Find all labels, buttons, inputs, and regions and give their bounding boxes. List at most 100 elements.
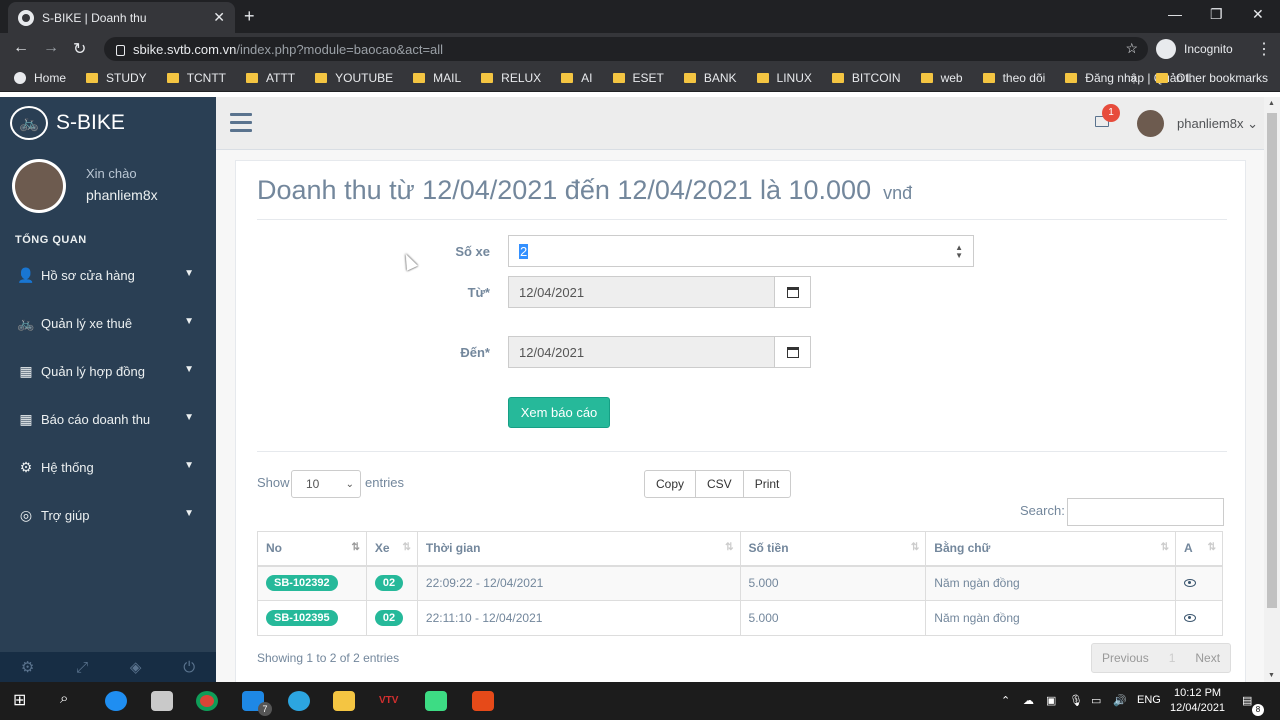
scroll-up-icon[interactable]: ▲ (1268, 100, 1275, 107)
bookmark-item[interactable]: BITCOIN (831, 71, 901, 85)
settings-icon[interactable]: ⚙ (21, 658, 34, 676)
bookmark-item[interactable]: TCNTT (166, 71, 226, 85)
bookmark-item[interactable]: AI (561, 71, 593, 85)
column-header[interactable]: Xe ⇅ (365, 531, 418, 567)
contract-id-badge[interactable]: SB-102395 (266, 610, 338, 626)
windows-start-icon[interactable]: ⊞ (13, 690, 35, 710)
sidebar-item-bike-rental[interactable]: 🚲 Quản lý xe thuê ▼ (0, 299, 216, 347)
search-icon[interactable]: ⌕ (60, 690, 82, 710)
column-header[interactable]: No ⇅ (257, 531, 367, 567)
sidebar-item-store-profile[interactable]: 👤 Hồ sơ cửa hàng ▼ (0, 251, 216, 299)
brand[interactable]: 🚲 S-BIKE (0, 97, 216, 149)
chevron-down-icon: ▼ (184, 460, 194, 471)
previous-button[interactable]: Previous (1092, 651, 1159, 665)
bookmark-item[interactable]: BANK (683, 71, 737, 85)
tu-calendar-button[interactable] (774, 276, 811, 308)
so-xe-input[interactable]: 2 ▲ ▼ (508, 235, 974, 267)
notification-center-icon[interactable]: ▤ (1242, 694, 1252, 707)
den-calendar-button[interactable] (774, 336, 811, 368)
close-window-icon[interactable]: ✕ (1252, 6, 1264, 23)
microphone-icon[interactable]: 🎙 (1069, 694, 1083, 707)
sidebar-item-system[interactable]: ⚙ Hệ thống ▼ (0, 443, 216, 491)
minimize-icon[interactable]: — (1168, 6, 1182, 22)
bookmark-item[interactable]: YOUTUBE (315, 71, 393, 85)
view-report-button[interactable]: Xem báo cáo (508, 397, 610, 428)
bike-number-badge: 02 (374, 575, 404, 592)
browser-menu-icon[interactable]: ⋮ (1256, 39, 1272, 59)
other-bookmarks[interactable]: Other bookmarks (1155, 71, 1268, 85)
column-header[interactable]: Số tiền ⇅ (739, 531, 927, 567)
back-icon[interactable]: ← (13, 39, 29, 57)
vtv-icon[interactable]: VTV (379, 695, 401, 715)
sidebar-item-revenue-report[interactable]: ▦ Báo cáo doanh thu ▼ (0, 395, 216, 443)
topnav-username: phanliem8x (1177, 116, 1244, 131)
bookmark-item[interactable]: STUDY (86, 71, 147, 85)
bookmark-item[interactable]: ESET (612, 71, 664, 85)
clock[interactable]: 10:12 PM 12/04/2021 (1170, 686, 1225, 716)
bookmark-item[interactable]: web (920, 71, 963, 85)
eye-icon[interactable] (1183, 614, 1196, 622)
incognito-indicator[interactable]: Incognito (1156, 38, 1233, 60)
edge-icon[interactable] (105, 691, 127, 711)
bookmark-item[interactable]: Home (14, 71, 66, 85)
forward-icon[interactable]: → (43, 39, 59, 57)
bookmark-item[interactable]: ATTT (246, 71, 295, 85)
camtasia-recorder-icon[interactable] (472, 691, 494, 711)
cloud-icon[interactable]: ☁ (1023, 694, 1034, 707)
page-size-select[interactable]: 10 ⌄ (291, 470, 361, 498)
paint-icon[interactable] (151, 691, 173, 711)
bookmark-label: BANK (703, 71, 737, 85)
volume-icon[interactable]: 🔊 (1113, 694, 1127, 707)
camtasia-icon[interactable] (425, 691, 447, 711)
contract-id-badge[interactable]: SB-102392 (266, 575, 338, 592)
bookmark-star-icon[interactable]: ☆ (1125, 40, 1138, 57)
sidebar-item-help[interactable]: ◎ Trợ giúp ▼ (0, 491, 216, 539)
eye-slash-icon[interactable]: ◈ (130, 658, 142, 676)
battery-icon[interactable]: ▭ (1091, 694, 1101, 707)
reload-icon[interactable]: ↻ (73, 39, 86, 59)
bookmark-item[interactable]: MAIL (413, 71, 461, 85)
print-button[interactable]: Print (742, 470, 792, 498)
bookmark-item[interactable]: theo dõi (982, 71, 1045, 85)
column-header[interactable]: Bằng chữ ⇅ (925, 531, 1176, 567)
bookmark-item[interactable]: LINUX (756, 71, 812, 85)
next-button[interactable]: Next (1185, 651, 1230, 665)
copy-button[interactable]: Copy (644, 470, 697, 498)
url-host: sbike.svtb.com.vn (133, 41, 237, 57)
address-bar[interactable]: sbike.svtb.com.vn/index.php?module=baoca… (104, 37, 1148, 61)
power-icon[interactable]: ⏻ (183, 659, 195, 676)
user-menu[interactable]: phanliem8x ⌄ (1177, 116, 1258, 132)
column-header[interactable]: A ⇅ (1174, 531, 1224, 567)
search-input[interactable] (1067, 498, 1224, 526)
scrollbar-thumb[interactable] (1267, 113, 1277, 608)
folder-icon (1155, 73, 1168, 83)
network-icon[interactable]: ▣ (1046, 694, 1056, 707)
close-tab-icon[interactable]: ✕ (213, 9, 225, 26)
tu-date-value: 12/04/2021 (519, 284, 585, 300)
scroll-down-icon[interactable]: ▼ (1268, 672, 1275, 679)
csv-button[interactable]: CSV (695, 470, 744, 498)
sidebar-item-contracts[interactable]: ▦ Quản lý hợp đồng ▼ (0, 347, 216, 395)
bookmark-item[interactable]: RELUX (481, 71, 541, 85)
chrome-icon[interactable] (196, 691, 218, 711)
avatar[interactable] (1137, 110, 1164, 137)
more-bookmarks-icon[interactable]: » (1130, 71, 1137, 85)
tu-date-input[interactable]: 12/04/2021 (508, 276, 776, 308)
eye-icon[interactable] (1183, 579, 1196, 588)
page-button[interactable]: 1 (1159, 651, 1186, 665)
language-indicator[interactable]: ENG (1137, 694, 1161, 706)
vertical-scrollbar[interactable]: ▲ ▼ (1264, 97, 1280, 682)
spinner-icon[interactable]: ▲ ▼ (955, 244, 963, 260)
file-explorer-icon[interactable] (333, 691, 355, 711)
fullscreen-icon[interactable]: ⤢ (76, 659, 88, 676)
maximize-icon[interactable]: ❐ (1210, 6, 1223, 23)
tray-chevron-up-icon[interactable]: ⌃ (1001, 694, 1010, 707)
browser-tab[interactable]: S-BIKE | Doanh thu ✕ (8, 2, 235, 33)
menu-toggle-icon[interactable] (230, 113, 252, 132)
chevron-down-icon: ▼ (184, 412, 194, 423)
telegram-icon[interactable] (288, 691, 310, 711)
column-header[interactable]: Thời gian ⇅ (416, 531, 741, 567)
den-date-input[interactable]: 12/04/2021 (508, 336, 776, 368)
bookmark-label: RELUX (501, 71, 542, 85)
new-tab-icon[interactable]: + (244, 6, 255, 27)
